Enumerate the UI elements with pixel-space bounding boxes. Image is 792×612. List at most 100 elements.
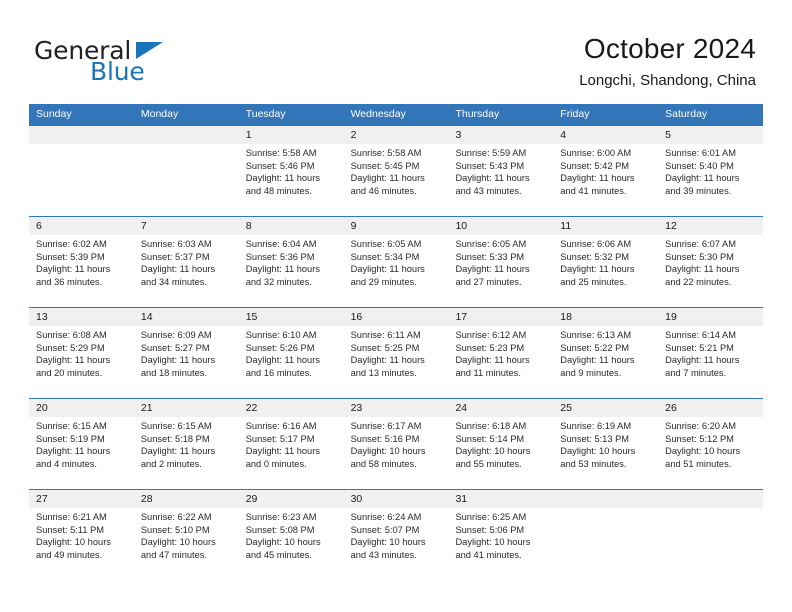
calendar-day-cell-empty (133, 126, 239, 216)
sunset-text: Sunset: 5:22 PM (560, 342, 630, 353)
sunrise-text: Sunrise: 5:59 AM (455, 148, 527, 158)
calendar-day-cell[interactable]: 5 Sunrise: 6:01 AM Sunset: 5:40 PM Daylight… (658, 126, 764, 216)
day-details: Sunrise: 6:25 AM Sunset: 5:06 PM Daylight:… (448, 508, 553, 561)
sunset-text: Sunset: 5:23 PM (455, 342, 525, 353)
sunset-text: Sunset: 5:37 PM (140, 251, 210, 262)
calendar-day-cell[interactable]: 19 Sunrise: 6:14 AM Sunset: 5:21 PM Dayligh… (658, 308, 764, 398)
day-details: Sunrise: 6:12 AM Sunset: 5:23 PM Daylight:… (448, 326, 553, 379)
calendar-day-cell[interactable]: 30 Sunrise: 6:24 AM Sunset: 5:07 PM Dayligh… (343, 490, 449, 580)
calendar-day-cell[interactable]: 20 Sunrise: 6:15 AM Sunset: 5:19 PM Dayligh… (29, 399, 134, 489)
day-number: 23 (343, 399, 449, 417)
calendar-day-cell[interactable]: 9 Sunrise: 6:05 AM Sunset: 5:34 PM Daylight… (343, 217, 449, 307)
day-number: 22 (238, 399, 344, 417)
calendar-day-cell[interactable]: 6 Sunrise: 6:02 AM Sunset: 5:39 PM Daylight… (29, 217, 134, 307)
day-details: Sunrise: 6:09 AM Sunset: 5:27 PM Daylight:… (134, 326, 239, 379)
sunrise-text: Sunrise: 6:24 AM (350, 512, 422, 522)
calendar-day-cell[interactable]: 15 Sunrise: 6:10 AM Sunset: 5:26 PM Dayligh… (238, 308, 344, 398)
daylight-text-line1: Daylight: 10 hours (455, 446, 531, 457)
daylight-text-line2: and 53 minutes. (560, 458, 627, 469)
calendar-day-cell[interactable]: 13 Sunrise: 6:08 AM Sunset: 5:29 PM Dayligh… (29, 308, 134, 398)
calendar-day-cell[interactable]: 8 Sunrise: 6:04 AM Sunset: 5:36 PM Daylight… (238, 217, 344, 307)
page-header: General Blue October 2024 Longchi, Shand… (0, 0, 792, 104)
calendar-day-cell[interactable]: 18 Sunrise: 6:13 AM Sunset: 5:22 PM Dayligh… (553, 308, 659, 398)
calendar-day-cell[interactable]: 16 Sunrise: 6:11 AM Sunset: 5:25 PM Dayligh… (343, 308, 449, 398)
sunset-text: Sunset: 5:43 PM (455, 160, 525, 171)
day-number: 10 (448, 217, 554, 235)
daylight-text-line1: Daylight: 11 hours (36, 264, 111, 275)
sunset-text: Sunset: 5:11 PM (36, 524, 105, 535)
daylight-text-line1: Daylight: 10 hours (350, 537, 426, 548)
calendar-day-cell[interactable]: 22 Sunrise: 6:16 AM Sunset: 5:17 PM Dayligh… (238, 399, 344, 489)
sunrise-text: Sunrise: 6:21 AM (36, 512, 107, 522)
day-details: Sunrise: 6:13 AM Sunset: 5:22 PM Daylight:… (553, 326, 658, 379)
calendar-day-cell[interactable]: 27 Sunrise: 6:21 AM Sunset: 5:11 PM Dayligh… (29, 490, 134, 580)
day-number: 6 (29, 217, 134, 235)
daylight-text-line1: Daylight: 11 hours (455, 355, 530, 366)
sunset-text: Sunset: 5:46 PM (245, 160, 315, 171)
calendar-day-cell[interactable]: 14 Sunrise: 6:09 AM Sunset: 5:27 PM Dayligh… (133, 308, 239, 398)
sunrise-text: Sunrise: 6:23 AM (245, 512, 317, 522)
day-details: Sunrise: 6:00 AM Sunset: 5:42 PM Daylight:… (553, 144, 658, 197)
daylight-text-line2: and 41 minutes. (455, 549, 522, 560)
calendar-day-cell[interactable]: 17 Sunrise: 6:12 AM Sunset: 5:23 PM Dayligh… (448, 308, 554, 398)
brand-logo[interactable]: General Blue (34, 36, 264, 92)
sunset-text: Sunset: 5:25 PM (350, 342, 420, 353)
sunset-text: Sunset: 5:45 PM (350, 160, 420, 171)
day-number: 4 (553, 126, 659, 144)
daylight-text-line1: Daylight: 10 hours (455, 537, 531, 548)
day-details: Sunrise: 6:20 AM Sunset: 5:12 PM Daylight:… (658, 417, 763, 470)
calendar-day-cell[interactable]: 26 Sunrise: 6:20 AM Sunset: 5:12 PM Dayligh… (658, 399, 764, 489)
daylight-text-line1: Daylight: 11 hours (665, 355, 740, 366)
sunrise-text: Sunrise: 6:22 AM (140, 512, 212, 522)
calendar-day-cell[interactable]: 3 Sunrise: 5:59 AM Sunset: 5:43 PM Daylight… (448, 126, 554, 216)
sunset-text: Sunset: 5:26 PM (245, 342, 315, 353)
calendar-day-cell[interactable]: 7 Sunrise: 6:03 AM Sunset: 5:37 PM Daylight… (133, 217, 239, 307)
day-details: Sunrise: 6:24 AM Sunset: 5:07 PM Daylight:… (344, 508, 449, 561)
calendar-day-cell[interactable]: 23 Sunrise: 6:17 AM Sunset: 5:16 PM Dayligh… (343, 399, 449, 489)
daylight-text-line1: Daylight: 11 hours (350, 173, 425, 184)
daylight-text-line2: and 13 minutes. (350, 367, 417, 378)
calendar-day-cell[interactable]: 4 Sunrise: 6:00 AM Sunset: 5:42 PM Daylight… (553, 126, 659, 216)
calendar-day-cell[interactable]: 25 Sunrise: 6:19 AM Sunset: 5:13 PM Dayligh… (553, 399, 659, 489)
calendar-day-cell[interactable]: 21 Sunrise: 6:15 AM Sunset: 5:18 PM Dayligh… (133, 399, 239, 489)
daylight-text-line1: Daylight: 10 hours (665, 446, 741, 457)
sunrise-text: Sunrise: 6:05 AM (350, 239, 422, 249)
calendar-day-cell[interactable]: 1 Sunrise: 5:58 AM Sunset: 5:46 PM Daylight… (238, 126, 344, 216)
daylight-text-line1: Daylight: 10 hours (140, 537, 216, 548)
daylight-text-line1: Daylight: 11 hours (245, 173, 320, 184)
calendar-day-cell[interactable]: 28 Sunrise: 6:22 AM Sunset: 5:10 PM Dayligh… (133, 490, 239, 580)
day-details: Sunrise: 6:05 AM Sunset: 5:33 PM Daylight:… (448, 235, 553, 288)
day-number: 25 (553, 399, 659, 417)
daylight-text-line2: and 58 minutes. (350, 458, 417, 469)
calendar-day-cell[interactable]: 31 Sunrise: 6:25 AM Sunset: 5:06 PM Dayligh… (448, 490, 554, 580)
sunset-text: Sunset: 5:30 PM (665, 251, 734, 262)
day-number: 7 (133, 217, 239, 235)
daylight-text-line2: and 22 minutes. (665, 276, 732, 287)
sunrise-text: Sunrise: 6:09 AM (140, 330, 212, 340)
calendar-day-cell[interactable]: 11 Sunrise: 6:06 AM Sunset: 5:32 PM Dayligh… (553, 217, 659, 307)
calendar-day-cell[interactable]: 29 Sunrise: 6:23 AM Sunset: 5:08 PM Dayligh… (238, 490, 344, 580)
sunset-text: Sunset: 5:21 PM (665, 342, 734, 353)
calendar-day-cell[interactable]: 12 Sunrise: 6:07 AM Sunset: 5:30 PM Dayligh… (658, 217, 764, 307)
calendar-day-cell[interactable]: 10 Sunrise: 6:05 AM Sunset: 5:33 PM Dayligh… (448, 217, 554, 307)
sunrise-text: Sunrise: 6:10 AM (245, 330, 317, 340)
day-details: Sunrise: 5:58 AM Sunset: 5:46 PM Daylight:… (239, 144, 344, 197)
day-number: 17 (448, 308, 554, 326)
page-title: October 2024 (583, 33, 756, 64)
calendar-day-cell[interactable]: 2 Sunrise: 5:58 AM Sunset: 5:45 PM Daylight… (343, 126, 449, 216)
day-details: Sunrise: 6:05 AM Sunset: 5:34 PM Daylight:… (344, 235, 449, 288)
sunset-text: Sunset: 5:39 PM (36, 251, 105, 262)
weekday-header-sunday: Sunday (36, 108, 72, 120)
daylight-text-line2: and 25 minutes. (560, 276, 627, 287)
sunrise-text: Sunrise: 6:25 AM (455, 512, 527, 522)
day-number: 18 (553, 308, 659, 326)
sunrise-text: Sunrise: 6:15 AM (36, 421, 107, 431)
weekday-header-wednesday: Wednesday (350, 108, 406, 120)
daylight-text-line1: Daylight: 11 hours (245, 355, 320, 366)
daylight-text-line2: and 2 minutes. (140, 458, 202, 469)
calendar-day-cell[interactable]: 24 Sunrise: 6:18 AM Sunset: 5:14 PM Dayligh… (448, 399, 554, 489)
day-details: Sunrise: 6:23 AM Sunset: 5:08 PM Daylight:… (239, 508, 344, 561)
day-details: Sunrise: 6:01 AM Sunset: 5:40 PM Daylight:… (658, 144, 763, 197)
sunset-text: Sunset: 5:27 PM (140, 342, 210, 353)
sunset-text: Sunset: 5:14 PM (455, 433, 525, 444)
